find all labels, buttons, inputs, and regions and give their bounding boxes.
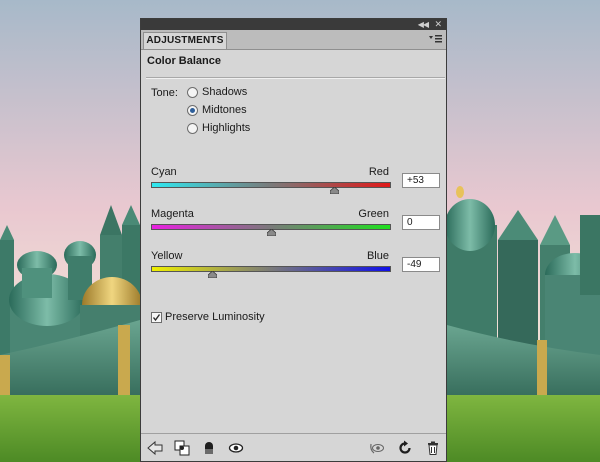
close-panel-icon[interactable]: ✕ bbox=[434, 19, 442, 30]
preserve-luminosity-checkbox[interactable] bbox=[151, 311, 162, 323]
magenta-green-thumb[interactable] bbox=[266, 229, 276, 236]
adjustments-panel: ◀◀ ✕ ADJUSTMENTS Color Balance Tone: Sha… bbox=[140, 18, 447, 462]
collapse-panel-icon[interactable]: ◀◀ bbox=[418, 19, 429, 30]
panel-tab-row: ADJUSTMENTS bbox=[141, 30, 446, 50]
radio-midtones[interactable]: Midtones bbox=[187, 103, 247, 117]
tone-label: Tone: bbox=[151, 87, 178, 99]
tab-adjustments[interactable]: ADJUSTMENTS bbox=[143, 32, 227, 49]
bottom-toolbar bbox=[141, 433, 446, 462]
checkmark-icon bbox=[152, 313, 161, 321]
yellow-blue-track[interactable] bbox=[151, 266, 391, 272]
magenta-green-value-input[interactable]: 0 bbox=[402, 215, 440, 230]
reset-icon[interactable] bbox=[397, 440, 413, 456]
cyan-red-thumb[interactable] bbox=[330, 187, 340, 194]
slider-left-label: Cyan bbox=[151, 166, 177, 178]
slider-left-label: Yellow bbox=[151, 250, 183, 262]
cyan-red-track[interactable] bbox=[151, 182, 391, 188]
panel-menu-icon[interactable] bbox=[428, 33, 442, 45]
radio-label-midtones: Midtones bbox=[202, 104, 247, 116]
trash-icon[interactable] bbox=[425, 440, 441, 456]
view-previous-state-icon[interactable] bbox=[369, 440, 385, 456]
radio-button[interactable] bbox=[187, 122, 198, 134]
radio-label-shadows: Shadows bbox=[202, 86, 248, 98]
panel-titlebar: ◀◀ ✕ bbox=[141, 19, 446, 30]
preserve-luminosity-label: Preserve Luminosity bbox=[165, 311, 265, 323]
clip-to-layer-icon[interactable] bbox=[174, 440, 190, 456]
radio-shadows[interactable]: Shadows bbox=[187, 85, 247, 99]
radio-label-highlights: Highlights bbox=[202, 122, 251, 134]
visibility-mask-icon[interactable] bbox=[201, 440, 217, 456]
divider bbox=[146, 77, 445, 79]
back-arrow-icon[interactable] bbox=[147, 440, 163, 456]
preserve-luminosity-row[interactable]: Preserve Luminosity bbox=[151, 311, 265, 323]
eye-icon[interactable] bbox=[228, 440, 244, 456]
slider-left-label: Magenta bbox=[151, 208, 194, 220]
yellow-blue-value-input[interactable]: -49 bbox=[402, 257, 440, 272]
yellow-blue-thumb[interactable] bbox=[207, 271, 217, 278]
radio-highlights[interactable]: Highlights bbox=[187, 121, 250, 135]
slider-right-label: Red bbox=[368, 166, 389, 178]
cyan-red-value-input[interactable]: +53 bbox=[402, 173, 440, 188]
slider-right-label: Green bbox=[358, 208, 389, 220]
adjustment-title: Color Balance bbox=[147, 55, 221, 67]
radio-button[interactable] bbox=[187, 104, 198, 116]
slider-right-label: Blue bbox=[366, 250, 389, 262]
radio-button[interactable] bbox=[187, 86, 198, 98]
